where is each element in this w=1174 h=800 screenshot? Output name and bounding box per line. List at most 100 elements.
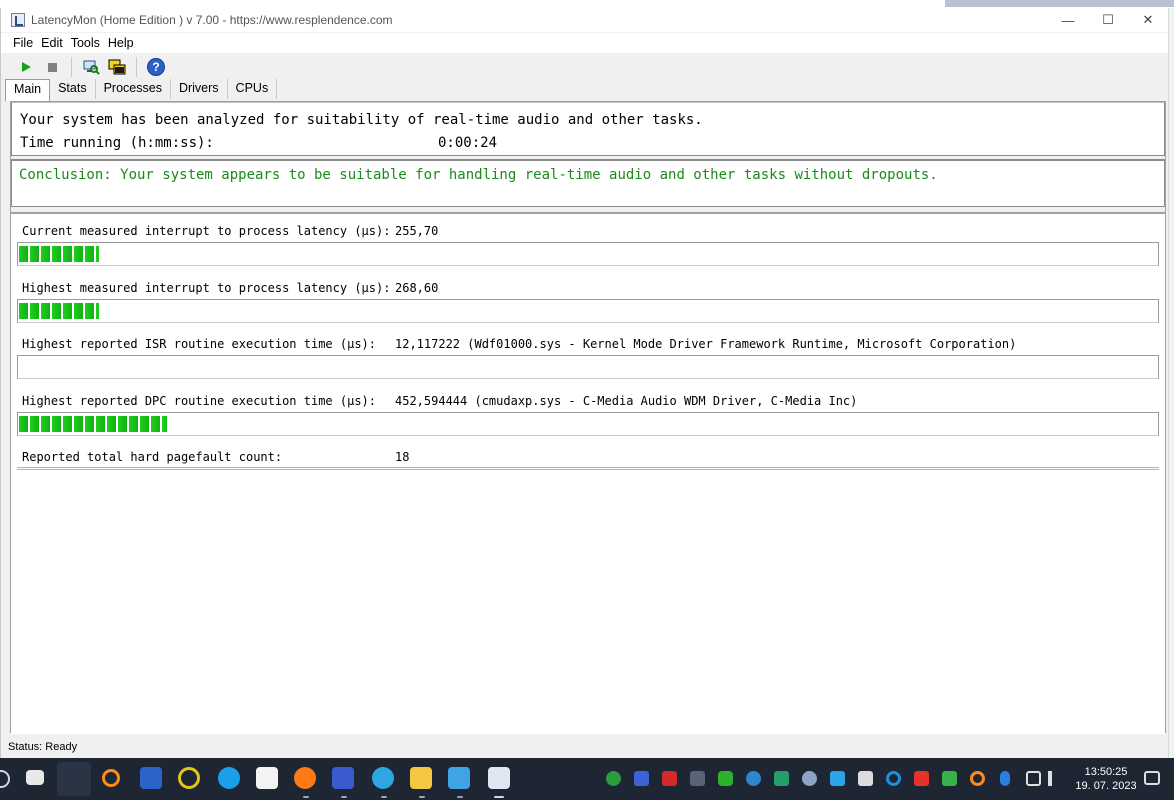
status-bar: Status: Ready	[1, 738, 1168, 758]
windows-stack-icon	[108, 59, 126, 75]
pagefault-label: Reported total hard pagefault count:	[22, 450, 283, 464]
toolbar-separator	[71, 57, 72, 77]
window-controls: — ☐ ✕	[1048, 8, 1168, 32]
firefox-running-indicator	[303, 796, 309, 798]
clock-date: 19. 07. 2023	[1075, 780, 1137, 792]
maximize-button[interactable]: ☐	[1088, 8, 1128, 32]
background-window-edge[interactable]	[1168, 8, 1174, 758]
tab-cpus[interactable]: CPUs	[228, 79, 278, 99]
isr-time-label: Highest reported ISR routine execution t…	[22, 337, 377, 351]
time-running-label: Time running (h:mm:ss):	[20, 135, 214, 151]
tray-cloud-icon[interactable]	[830, 771, 845, 786]
metrics-panel: Current measured interrupt to process la…	[11, 212, 1165, 734]
menu-tools[interactable]: Tools	[71, 36, 100, 50]
current-latency-bar	[17, 242, 1159, 266]
tray-counter-icon[interactable]	[690, 771, 705, 786]
notification-icon[interactable]	[1144, 771, 1160, 785]
window-title: LatencyMon (Home Edition ) v 7.00 - http…	[31, 13, 393, 27]
security-shield-icon[interactable]	[942, 771, 957, 786]
volume-icon[interactable]	[1048, 771, 1063, 786]
tab-drivers[interactable]: Drivers	[171, 79, 228, 99]
tray-search-icon[interactable]	[970, 771, 985, 786]
conclusion-text: Conclusion: Your system appears to be su…	[19, 167, 938, 183]
help-icon: ?	[147, 58, 165, 76]
tray-red-icon[interactable]	[662, 771, 677, 786]
telegram-icon[interactable]	[372, 767, 394, 789]
tray-red-square-icon[interactable]	[914, 771, 929, 786]
steam-icon[interactable]	[802, 771, 817, 786]
task-view-icon[interactable]	[26, 770, 44, 785]
floppy-app-icon[interactable]	[332, 767, 354, 789]
dpc-time-label: Highest reported DPC routine execution t…	[22, 394, 377, 408]
tray-grid-icon[interactable]	[774, 771, 789, 786]
windows-button[interactable]	[104, 55, 130, 79]
yellow-app-icon[interactable]	[178, 767, 200, 789]
file-explorer-icon[interactable]	[410, 767, 432, 789]
taskbar-clock[interactable]: 13:50:25 19. 07. 2023	[1074, 765, 1138, 793]
explorer-running-indicator	[419, 796, 425, 798]
toolbar-separator	[136, 57, 137, 77]
start-button[interactable]	[13, 55, 39, 79]
active-taskbar-slot[interactable]	[57, 762, 91, 796]
notepad-running-indicator	[457, 796, 463, 798]
close-button[interactable]: ✕	[1128, 8, 1168, 32]
tray-blue-icon[interactable]	[634, 771, 649, 786]
floppy-save-icon[interactable]	[140, 767, 162, 789]
dpc-time-bar	[17, 412, 1159, 436]
network-icon[interactable]	[1026, 771, 1041, 786]
floppy-running-indicator	[341, 796, 347, 798]
cortana-icon[interactable]	[0, 770, 10, 788]
minimize-button[interactable]: —	[1048, 8, 1088, 32]
tray-green-icon[interactable]	[606, 771, 621, 786]
play-icon	[21, 62, 31, 72]
latencymon-taskbar-icon[interactable]	[488, 767, 510, 789]
dpc-time-value: 452,594444 (cmudaxp.sys - C-Media Audio …	[395, 394, 858, 408]
computer-search-icon	[83, 60, 100, 75]
microsoft-store-icon[interactable]	[256, 767, 278, 789]
skype-icon[interactable]	[218, 767, 240, 789]
highest-latency-bar-fill	[19, 303, 99, 319]
menu-help[interactable]: Help	[108, 36, 134, 50]
time-running-value: 0:00:24	[438, 135, 498, 151]
analysis-summary: Your system has been analyzed for suitab…	[20, 112, 703, 128]
epic-games-icon[interactable]	[858, 771, 873, 786]
search-app-icon[interactable]	[102, 769, 120, 787]
pagefault-value: 18	[395, 450, 410, 464]
windows-taskbar: 13:50:25 19. 07. 2023	[0, 758, 1174, 800]
main-tab-content: Your system has been analyzed for suitab…	[10, 101, 1166, 734]
highest-latency-label: Highest measured interrupt to process la…	[22, 281, 391, 295]
menu-bar: File Edit Tools Help	[1, 33, 1168, 53]
bluetooth-icon[interactable]	[1000, 771, 1010, 786]
dpc-time-bar-fill	[19, 416, 167, 432]
isr-time-value: 12,117222 (Wdf01000.sys - Kernel Mode Dr…	[395, 337, 1017, 351]
clock-time: 13:50:25	[1084, 766, 1128, 778]
toolbar: ?	[1, 53, 1168, 81]
edge-icon[interactable]	[886, 771, 901, 786]
firefox-icon[interactable]	[294, 767, 316, 789]
menu-file[interactable]: File	[13, 36, 33, 50]
current-latency-bar-fill	[19, 246, 99, 262]
latencymon-app-icon[interactable]	[11, 13, 25, 27]
tab-main[interactable]: Main	[5, 79, 51, 101]
menu-edit[interactable]: Edit	[41, 36, 63, 50]
tab-stats[interactable]: Stats	[50, 79, 96, 99]
tab-processes[interactable]: Processes	[96, 79, 171, 99]
current-latency-label: Current measured interrupt to process la…	[22, 224, 391, 238]
stop-button[interactable]	[39, 55, 65, 79]
pagefault-divider	[17, 467, 1159, 470]
highest-latency-value: 268,60	[395, 281, 439, 295]
background-window[interactable]	[945, 0, 1174, 7]
latencymon-running-indicator	[494, 796, 504, 798]
isr-time-bar	[17, 355, 1159, 379]
tray-globe-icon[interactable]	[746, 771, 761, 786]
latencymon-window: LatencyMon (Home Edition ) v 7.00 - http…	[0, 8, 1168, 758]
help-button[interactable]: ?	[143, 55, 169, 79]
summary-panel: Your system has been analyzed for suitab…	[11, 102, 1165, 156]
stop-icon	[47, 62, 57, 72]
conclusion-panel: Conclusion: Your system appears to be su…	[11, 159, 1165, 207]
highest-latency-bar	[17, 299, 1159, 323]
tray-check-icon[interactable]	[718, 771, 733, 786]
title-bar[interactable]: LatencyMon (Home Edition ) v 7.00 - http…	[1, 8, 1168, 32]
analyze-button[interactable]	[78, 55, 104, 79]
notepad-icon[interactable]	[448, 767, 470, 789]
